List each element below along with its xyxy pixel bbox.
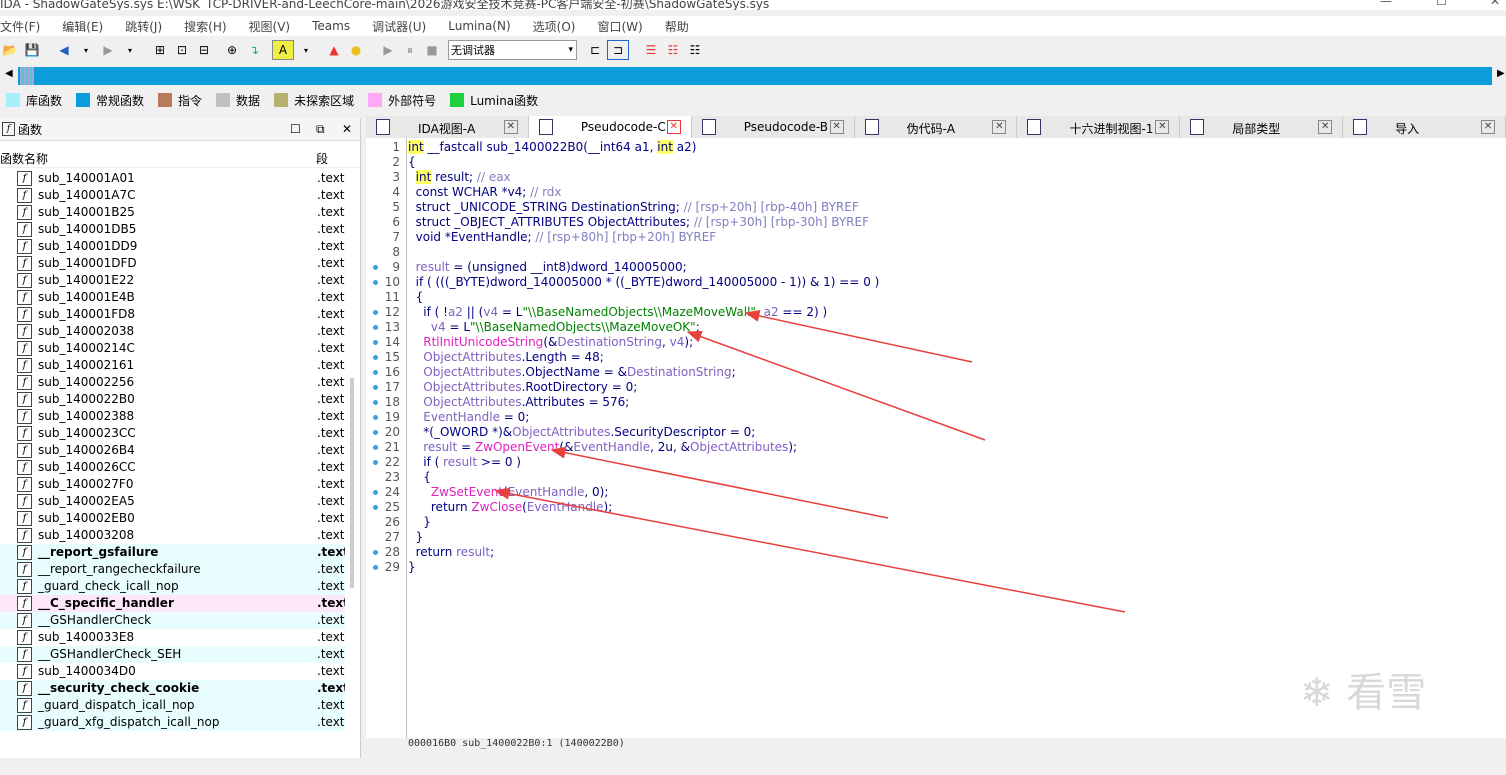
- arrow-1: [744, 309, 973, 363]
- arrow-4: [494, 487, 1126, 613]
- arrow-2: [686, 330, 986, 441]
- annotation-arrows: [494, 309, 1126, 613]
- arrow-3: [550, 446, 889, 519]
